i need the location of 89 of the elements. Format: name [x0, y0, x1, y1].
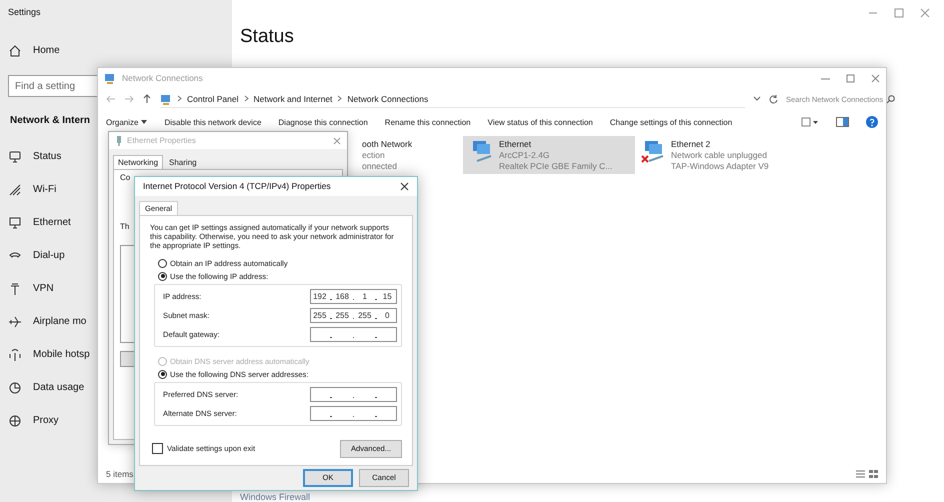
ip-address-field[interactable]: 255 255 255 0: [310, 308, 397, 323]
organize-menu[interactable]: Organize: [106, 118, 148, 126]
vpn-icon: [8, 282, 22, 296]
firewall-link[interactable]: Windows Firewall: [240, 492, 310, 502]
nav-label: Status: [33, 151, 62, 162]
connection-detail: ection: [362, 150, 386, 160]
toolbar-button[interactable]: Rename this connection: [384, 118, 471, 126]
nav-label: Dial-up: [33, 250, 65, 261]
page-heading: Status: [240, 26, 295, 48]
nav-item[interactable]: Mobile hotsp: [0, 338, 96, 371]
connection-detail: Realtek PCIe GBE Family C...: [499, 161, 612, 171]
address-bar[interactable]: Control Panel Network and Internet Network Connections: [160, 90, 745, 108]
toolbar-button[interactable]: View status of this connection: [488, 118, 593, 126]
connection-name: Ethernet 2: [671, 139, 712, 149]
connection-name: Ethernet: [499, 139, 532, 149]
nav-label: Ethernet: [33, 217, 71, 228]
caret-icon: [141, 120, 148, 124]
search-icon: [886, 94, 896, 104]
details-view-icon[interactable]: [856, 470, 865, 478]
section-heading: Network & Intern: [9, 114, 92, 128]
maximize-icon[interactable]: [846, 74, 855, 82]
dns-address-field[interactable]: [310, 386, 397, 402]
chevron-icon: [337, 95, 342, 102]
partial-label: Th: [120, 222, 130, 231]
nav-label: Data usage: [33, 382, 84, 393]
menu-label: Organize: [106, 118, 138, 126]
tab[interactable]: Sharing: [164, 155, 202, 169]
up-arrow-icon[interactable]: [142, 94, 152, 104]
help-icon[interactable]: [866, 116, 878, 128]
toolbar-button[interactable]: Diagnose this connection: [278, 118, 368, 126]
nav-label: Airplane mo: [33, 316, 86, 327]
connection-detail: Network cable unplugged: [671, 150, 768, 160]
nav-label: Mobile hotsp: [33, 349, 90, 360]
monitor-icon: [8, 150, 22, 164]
nav-label: Home: [33, 45, 60, 56]
window-title: Network Connections: [122, 73, 203, 83]
network-folder-icon: [104, 72, 116, 84]
hotspot-icon: [8, 348, 22, 362]
close-icon[interactable]: [400, 182, 409, 191]
nav-item[interactable]: Proxy: [0, 404, 65, 437]
pie-chart-icon: [8, 380, 22, 394]
back-arrow-icon[interactable]: [106, 94, 116, 104]
connection-detail: onnected: [362, 161, 398, 171]
tab[interactable]: Networking: [113, 155, 164, 169]
partial-label: Co: [120, 173, 130, 182]
network-folder-icon: [160, 92, 172, 104]
search-field[interactable]: Find a setting: [8, 75, 97, 97]
nav-item[interactable]: VPN: [0, 272, 60, 305]
nav-item[interactable]: Dial-up: [0, 239, 71, 272]
tiles-view-icon[interactable]: [869, 470, 878, 478]
network-connection-item[interactable]: Ethernet 2 Network cable unplugged TAP-Windows Adapter V9: [635, 136, 815, 174]
nav-item[interactable]: Status: [0, 140, 68, 173]
breadcrumb-item[interactable]: Control Panel: [187, 94, 239, 104]
refresh-icon[interactable]: [769, 94, 778, 104]
connection-detail: TAP-Windows Adapter V9: [671, 161, 769, 171]
breadcrumb-item[interactable]: Network and Internet: [254, 94, 332, 104]
item-count: 5 items: [106, 469, 134, 479]
chevron-icon: [177, 95, 182, 102]
network-connection-item[interactable]: ooth Network ection onnected: [356, 136, 463, 174]
breadcrumb-item[interactable]: Network Connections: [347, 94, 428, 104]
connection-detail: ArcCP1-2.4G: [499, 150, 551, 160]
nav-label: VPN: [33, 283, 54, 294]
nav-item[interactable]: Data usage: [0, 371, 90, 404]
view-options-icon[interactable]: [801, 117, 819, 127]
maximize-icon[interactable]: [894, 8, 904, 18]
globe-icon: [8, 414, 22, 428]
nav-item[interactable]: Wi-Fi: [0, 173, 62, 206]
ip-address-field[interactable]: [310, 326, 397, 342]
preview-pane-icon[interactable]: [836, 117, 849, 127]
forward-arrow-icon[interactable]: [124, 94, 134, 104]
toolbar-button[interactable]: Change settings of this connection: [610, 118, 732, 126]
home-icon: [8, 44, 22, 58]
connection-name: ooth Network: [362, 139, 412, 149]
network-connection-item[interactable]: Ethernet ArcCP1-2.4G Realtek PCIe GBE Family C...: [463, 136, 635, 174]
network-adapter-icon: [115, 136, 123, 146]
home-nav-item[interactable]: Home: [0, 34, 66, 67]
chevron-icon: [244, 95, 249, 102]
toolbar-button[interactable]: Disable this network device: [164, 118, 262, 126]
nav-label: Proxy: [33, 415, 59, 426]
nav-label: Wi-Fi: [33, 184, 56, 195]
nav-item[interactable]: Ethernet: [0, 206, 77, 239]
window-title: Ethernet Properties: [127, 136, 196, 145]
dialog-title: Internet Protocol Version 4 (TCP/IPv4) Properties: [143, 181, 331, 192]
dropdown-caret-icon[interactable]: [753, 96, 761, 102]
window-title: Settings: [7, 6, 42, 19]
ip-address-field[interactable]: 192 168 1 15: [310, 288, 397, 304]
dns-address-field[interactable]: [310, 406, 397, 421]
airplane-icon: [8, 314, 22, 328]
nav-item[interactable]: Airplane mo: [0, 305, 92, 338]
